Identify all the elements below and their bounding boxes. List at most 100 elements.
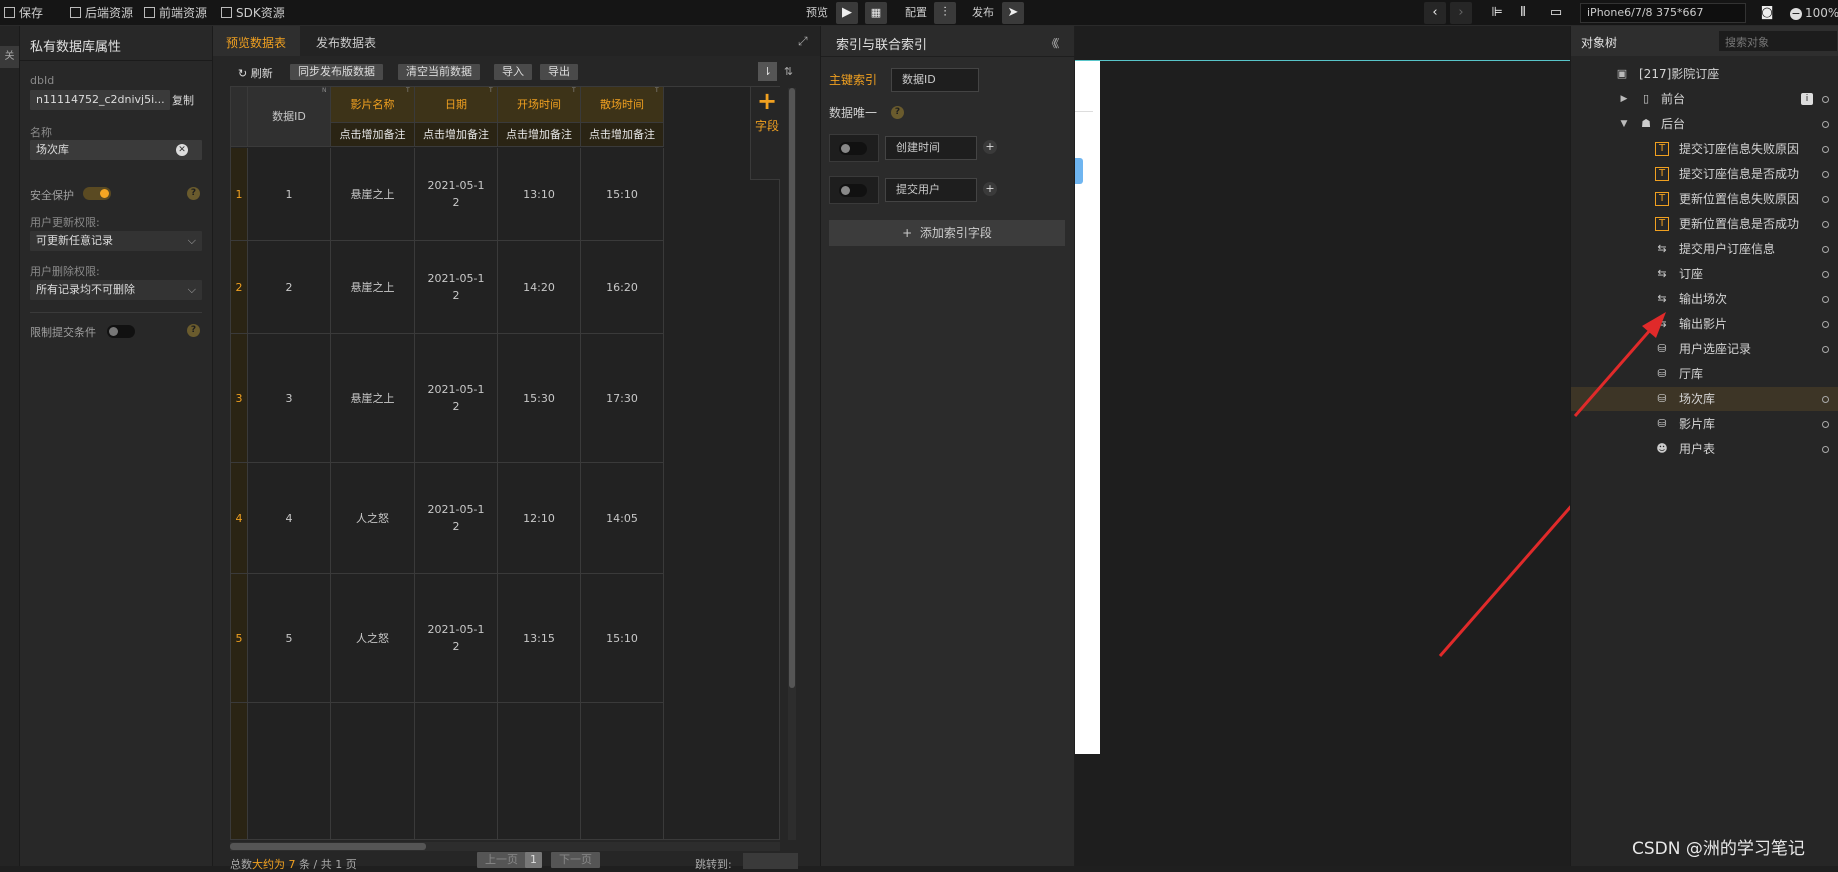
index-field-1[interactable]: 创建时间 xyxy=(885,136,977,160)
delete-perm-select[interactable]: 所有记录均不可删除 ⌵ xyxy=(30,280,202,300)
table-cell[interactable]: 2021-05-1 2 xyxy=(415,148,498,241)
table-cell[interactable]: 15:10 xyxy=(581,574,664,703)
table-cell[interactable]: 17:30 xyxy=(581,334,664,463)
table-cell[interactable]: 2 xyxy=(248,241,331,334)
config-button[interactable]: ⫶ xyxy=(934,2,956,24)
scrollbar-thumb[interactable] xyxy=(230,843,426,850)
table-cell[interactable]: 悬崖之上 xyxy=(331,241,415,334)
help-icon[interactable]: ? xyxy=(187,324,200,337)
play-button[interactable]: ▶ xyxy=(836,2,858,24)
header-cell[interactable]: 开场时间 xyxy=(498,87,581,123)
table-cell[interactable]: 人之怒 xyxy=(331,574,415,703)
header-cell[interactable]: 影片名称 xyxy=(331,87,415,123)
table-cell[interactable] xyxy=(415,703,498,839)
clear-icon[interactable]: ✕ xyxy=(176,144,188,156)
strip-tab[interactable]: 关 xyxy=(0,46,19,68)
remark-cell[interactable]: 点击增加备注 xyxy=(331,123,415,147)
table-cell[interactable]: 13:15 xyxy=(498,574,581,703)
table-cell[interactable]: 3 xyxy=(248,334,331,463)
table-cell[interactable]: 人之怒 xyxy=(331,463,415,574)
save-button[interactable]: 保存 xyxy=(4,4,43,22)
sync-button[interactable]: 同步发布版数据 xyxy=(290,64,383,80)
forward-button[interactable]: › xyxy=(1450,2,1472,24)
dbid-field[interactable]: n11114752_c2dnivj5i... xyxy=(30,90,170,110)
row-number[interactable]: 2 xyxy=(231,241,248,334)
table-cell[interactable]: 16:20 xyxy=(581,241,664,334)
table-cell[interactable]: 2021-05-1 2 xyxy=(415,241,498,334)
align-center-button[interactable]: ⦀ xyxy=(1512,2,1534,24)
copy-button[interactable]: 复制 xyxy=(172,92,194,108)
add-subindex-button[interactable]: + xyxy=(983,140,997,154)
update-perm-select[interactable]: 可更新任意记录 ⌵ xyxy=(30,231,202,251)
table-cell[interactable] xyxy=(331,703,415,839)
table-cell[interactable]: 2021-05-1 2 xyxy=(415,334,498,463)
sdk-resources-button[interactable]: SDK资源 xyxy=(221,4,285,22)
remark-cell[interactable]: 点击增加备注 xyxy=(581,123,664,147)
sort-desc-button[interactable]: ⇂ xyxy=(758,62,777,81)
security-toggle[interactable] xyxy=(83,187,111,200)
refresh-button[interactable]: ↻ 刷新 xyxy=(238,65,273,81)
row-number[interactable]: 1 xyxy=(231,148,248,241)
table-cell[interactable]: 2021-05-1 2 xyxy=(415,574,498,703)
table-cell[interactable]: 2021-05-1 2 xyxy=(415,463,498,574)
export-button[interactable]: 导出 xyxy=(540,64,578,80)
add-index-field-button[interactable]: + 添加索引字段 xyxy=(829,220,1065,246)
table-cell[interactable]: 1 xyxy=(248,148,331,241)
table-cell[interactable] xyxy=(248,703,331,839)
jump-to-input[interactable] xyxy=(743,853,798,869)
screenshot-button[interactable]: ◙ xyxy=(1756,2,1778,24)
index-field-2[interactable]: 提交用户 xyxy=(885,178,977,202)
back-button[interactable]: ‹ xyxy=(1424,2,1446,24)
table-cell[interactable]: 12:10 xyxy=(498,463,581,574)
table-cell[interactable]: 悬崖之上 xyxy=(331,148,415,241)
align-left-button[interactable]: ⊫ xyxy=(1486,2,1508,24)
row-number[interactable]: 4 xyxy=(231,463,248,574)
help-icon[interactable]: ? xyxy=(187,187,200,200)
help-icon[interactable]: ? xyxy=(891,106,904,119)
clear-data-button[interactable]: 清空当前数据 xyxy=(398,64,480,80)
limit-submit-toggle[interactable] xyxy=(107,325,135,338)
table-cell[interactable]: 14:05 xyxy=(581,463,664,574)
device-select[interactable]: iPhone6/7/8 375*667 xyxy=(1580,3,1746,23)
table-cell[interactable]: 15:30 xyxy=(498,334,581,463)
publish-button[interactable]: ➤ xyxy=(1002,2,1024,24)
index-toggle-2[interactable] xyxy=(829,176,879,204)
qrcode-button[interactable]: ▦ xyxy=(865,2,887,24)
table-cell[interactable]: 5 xyxy=(248,574,331,703)
table-cell[interactable] xyxy=(581,703,664,839)
row-number[interactable]: 5 xyxy=(231,574,248,703)
collapse-icon[interactable]: 《《 xyxy=(1046,35,1059,51)
tab-publish-table[interactable]: 发布数据表 xyxy=(316,34,376,51)
scrollbar-thumb[interactable] xyxy=(789,88,795,688)
row-number[interactable] xyxy=(231,703,248,839)
sort-asc-button[interactable]: ⇅ xyxy=(779,62,798,81)
index-toggle-1[interactable] xyxy=(829,134,879,162)
row-number-header[interactable] xyxy=(231,87,248,147)
add-subindex-button[interactable]: + xyxy=(983,182,997,196)
table-cell[interactable]: 15:10 xyxy=(581,148,664,241)
header-cell[interactable]: 数据ID xyxy=(248,87,331,147)
vertical-scrollbar[interactable] xyxy=(788,88,796,840)
refresh-icon: ↻ xyxy=(238,67,248,80)
row-number[interactable]: 3 xyxy=(231,334,248,463)
header-cell[interactable]: 散场时间 xyxy=(581,87,664,123)
remark-cell[interactable]: 点击增加备注 xyxy=(415,123,498,147)
divider xyxy=(20,60,213,61)
table-cell[interactable]: 悬崖之上 xyxy=(331,334,415,463)
header-cell[interactable]: 日期 xyxy=(415,87,498,123)
import-button[interactable]: 导入 xyxy=(494,64,532,80)
table-cell[interactable]: 4 xyxy=(248,463,331,574)
primary-key-field[interactable]: 数据ID xyxy=(891,68,979,92)
zoom-control[interactable]: −100% xyxy=(1790,4,1838,22)
monitor-button[interactable]: ▭ xyxy=(1545,2,1567,24)
table-cell[interactable]: 14:20 xyxy=(498,241,581,334)
expand-icon[interactable]: ⤢ xyxy=(798,34,808,49)
table-cell[interactable] xyxy=(498,703,581,839)
tab-preview-table[interactable]: 预览数据表 xyxy=(226,34,286,51)
backend-resources-button[interactable]: 后端资源 xyxy=(70,4,133,22)
frontend-resources-button[interactable]: 前端资源 xyxy=(144,4,207,22)
remark-cell[interactable]: 点击增加备注 xyxy=(498,123,581,147)
table-cell[interactable]: 13:10 xyxy=(498,148,581,241)
add-field-button[interactable]: + 字段 xyxy=(750,87,780,180)
horizontal-scrollbar[interactable] xyxy=(230,842,780,851)
